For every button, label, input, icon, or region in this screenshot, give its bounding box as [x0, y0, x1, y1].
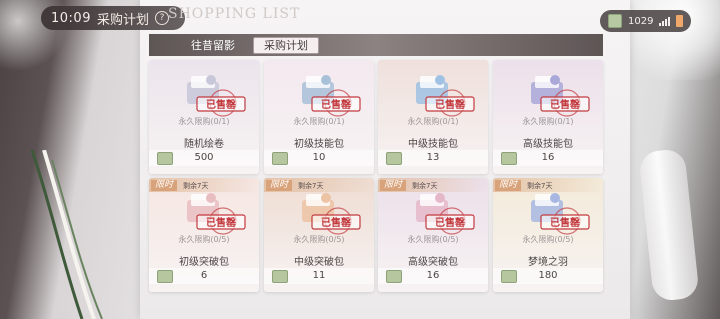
product-price: 6 — [200, 270, 208, 281]
sold-out-label: 已售罄 — [435, 98, 465, 111]
tab-purchase-plan[interactable]: 采购计划 — [253, 36, 319, 54]
page-title: 采购计划 — [96, 12, 149, 28]
tab-past-memories[interactable]: 往昔留影 — [181, 34, 245, 56]
plant-stems-decoration — [30, 150, 103, 319]
product-name: 随机绘卷 — [184, 139, 224, 150]
product-name: 梦境之羽 — [528, 257, 568, 268]
battery-icon — [676, 15, 684, 27]
sold-out-label: 已售罄 — [206, 98, 236, 111]
price-row: 11 — [264, 268, 374, 284]
price-row: 6 — [149, 268, 259, 284]
product-price: 16 — [426, 270, 440, 281]
product-name: 初级突破包 — [179, 257, 229, 268]
purchase-limit: 永久限购(0/1) — [178, 117, 230, 126]
sold-out-label: 已售罄 — [550, 216, 580, 229]
purchase-limit: 永久限购(0/1) — [407, 117, 459, 126]
price-row: 500 — [149, 150, 259, 166]
limited-time-tag: 限时 — [495, 180, 522, 191]
purchase-limit: 永久限购(0/1) — [522, 117, 574, 126]
sold-out-label: 已售罄 — [435, 216, 465, 229]
price-row: 13 — [378, 150, 488, 166]
header-bar: 10:09 采购计划 ? — [41, 6, 185, 30]
limited-time-tag: 限时 — [380, 180, 407, 191]
product-price: 10 — [312, 152, 326, 163]
purchase-limit: 永久限购(0/5) — [522, 235, 574, 244]
sold-out-label: 已售罄 — [550, 98, 580, 111]
rolled-paper-decoration — [638, 148, 700, 302]
product-card[interactable]: 限时 剩余7天 已售罄 永久限购(0/5) 初级突破包 6 — [149, 178, 259, 292]
product-card[interactable]: 限时 剩余7天 已售罄 永久限购(0/5) 梦境之羽 180 — [493, 178, 603, 292]
product-card[interactable]: 已售罄 永久限购(0/1) 初级技能包 10 — [264, 60, 374, 174]
product-card[interactable]: 已售罄 永久限购(0/1) 中级技能包 13 — [378, 60, 488, 174]
product-name: 中级技能包 — [408, 139, 458, 150]
currency-icon — [608, 14, 622, 28]
sold-out-label: 已售罄 — [206, 216, 236, 229]
clock-time: 10:09 — [51, 10, 91, 26]
limited-time-tag: 限时 — [266, 180, 293, 191]
status-tray: 1029 — [600, 10, 692, 32]
product-name: 高级突破包 — [408, 257, 458, 268]
purchase-limit: 永久限购(0/5) — [407, 235, 459, 244]
product-card[interactable]: 已售罄 永久限购(0/1) 随机绘卷 500 — [149, 60, 259, 174]
limited-time-tag: 限时 — [151, 180, 178, 191]
product-name: 初级技能包 — [294, 139, 344, 150]
shopping-list-heading: SHOPPING LIST — [168, 6, 301, 22]
product-grid: 已售罄 永久限购(0/1) 随机绘卷 500 已售罄 永久限购(0/1) 初级技… — [149, 60, 603, 319]
price-row: 180 — [493, 268, 603, 284]
price-row: 10 — [264, 150, 374, 166]
purchase-limit: 永久限购(0/5) — [293, 235, 345, 244]
sold-out-label: 已售罄 — [321, 98, 351, 111]
product-card[interactable]: 已售罄 永久限购(0/1) 高级技能包 16 — [493, 60, 603, 174]
product-price: 11 — [312, 270, 326, 281]
purchase-limit: 永久限购(0/5) — [178, 235, 230, 244]
product-price: 500 — [194, 152, 214, 163]
product-price: 13 — [426, 152, 440, 163]
product-price: 180 — [538, 270, 558, 281]
product-price: 16 — [541, 152, 555, 163]
tab-bar: 往昔留影 采购计划 — [149, 34, 603, 56]
sold-out-label: 已售罄 — [321, 216, 351, 229]
price-row: 16 — [378, 268, 488, 284]
purchase-limit: 永久限购(0/1) — [293, 117, 345, 126]
currency-amount: 1029 — [628, 15, 654, 27]
product-name: 高级技能包 — [523, 139, 573, 150]
product-card[interactable]: 限时 剩余7天 已售罄 永久限购(0/5) 高级突破包 16 — [378, 178, 488, 292]
product-card[interactable]: 限时 剩余7天 已售罄 永久限购(0/5) 中级突破包 11 — [264, 178, 374, 292]
signal-icon — [659, 16, 671, 26]
product-name: 中级突破包 — [294, 257, 344, 268]
question-icon[interactable]: ? — [154, 11, 169, 25]
price-row: 16 — [493, 150, 603, 166]
